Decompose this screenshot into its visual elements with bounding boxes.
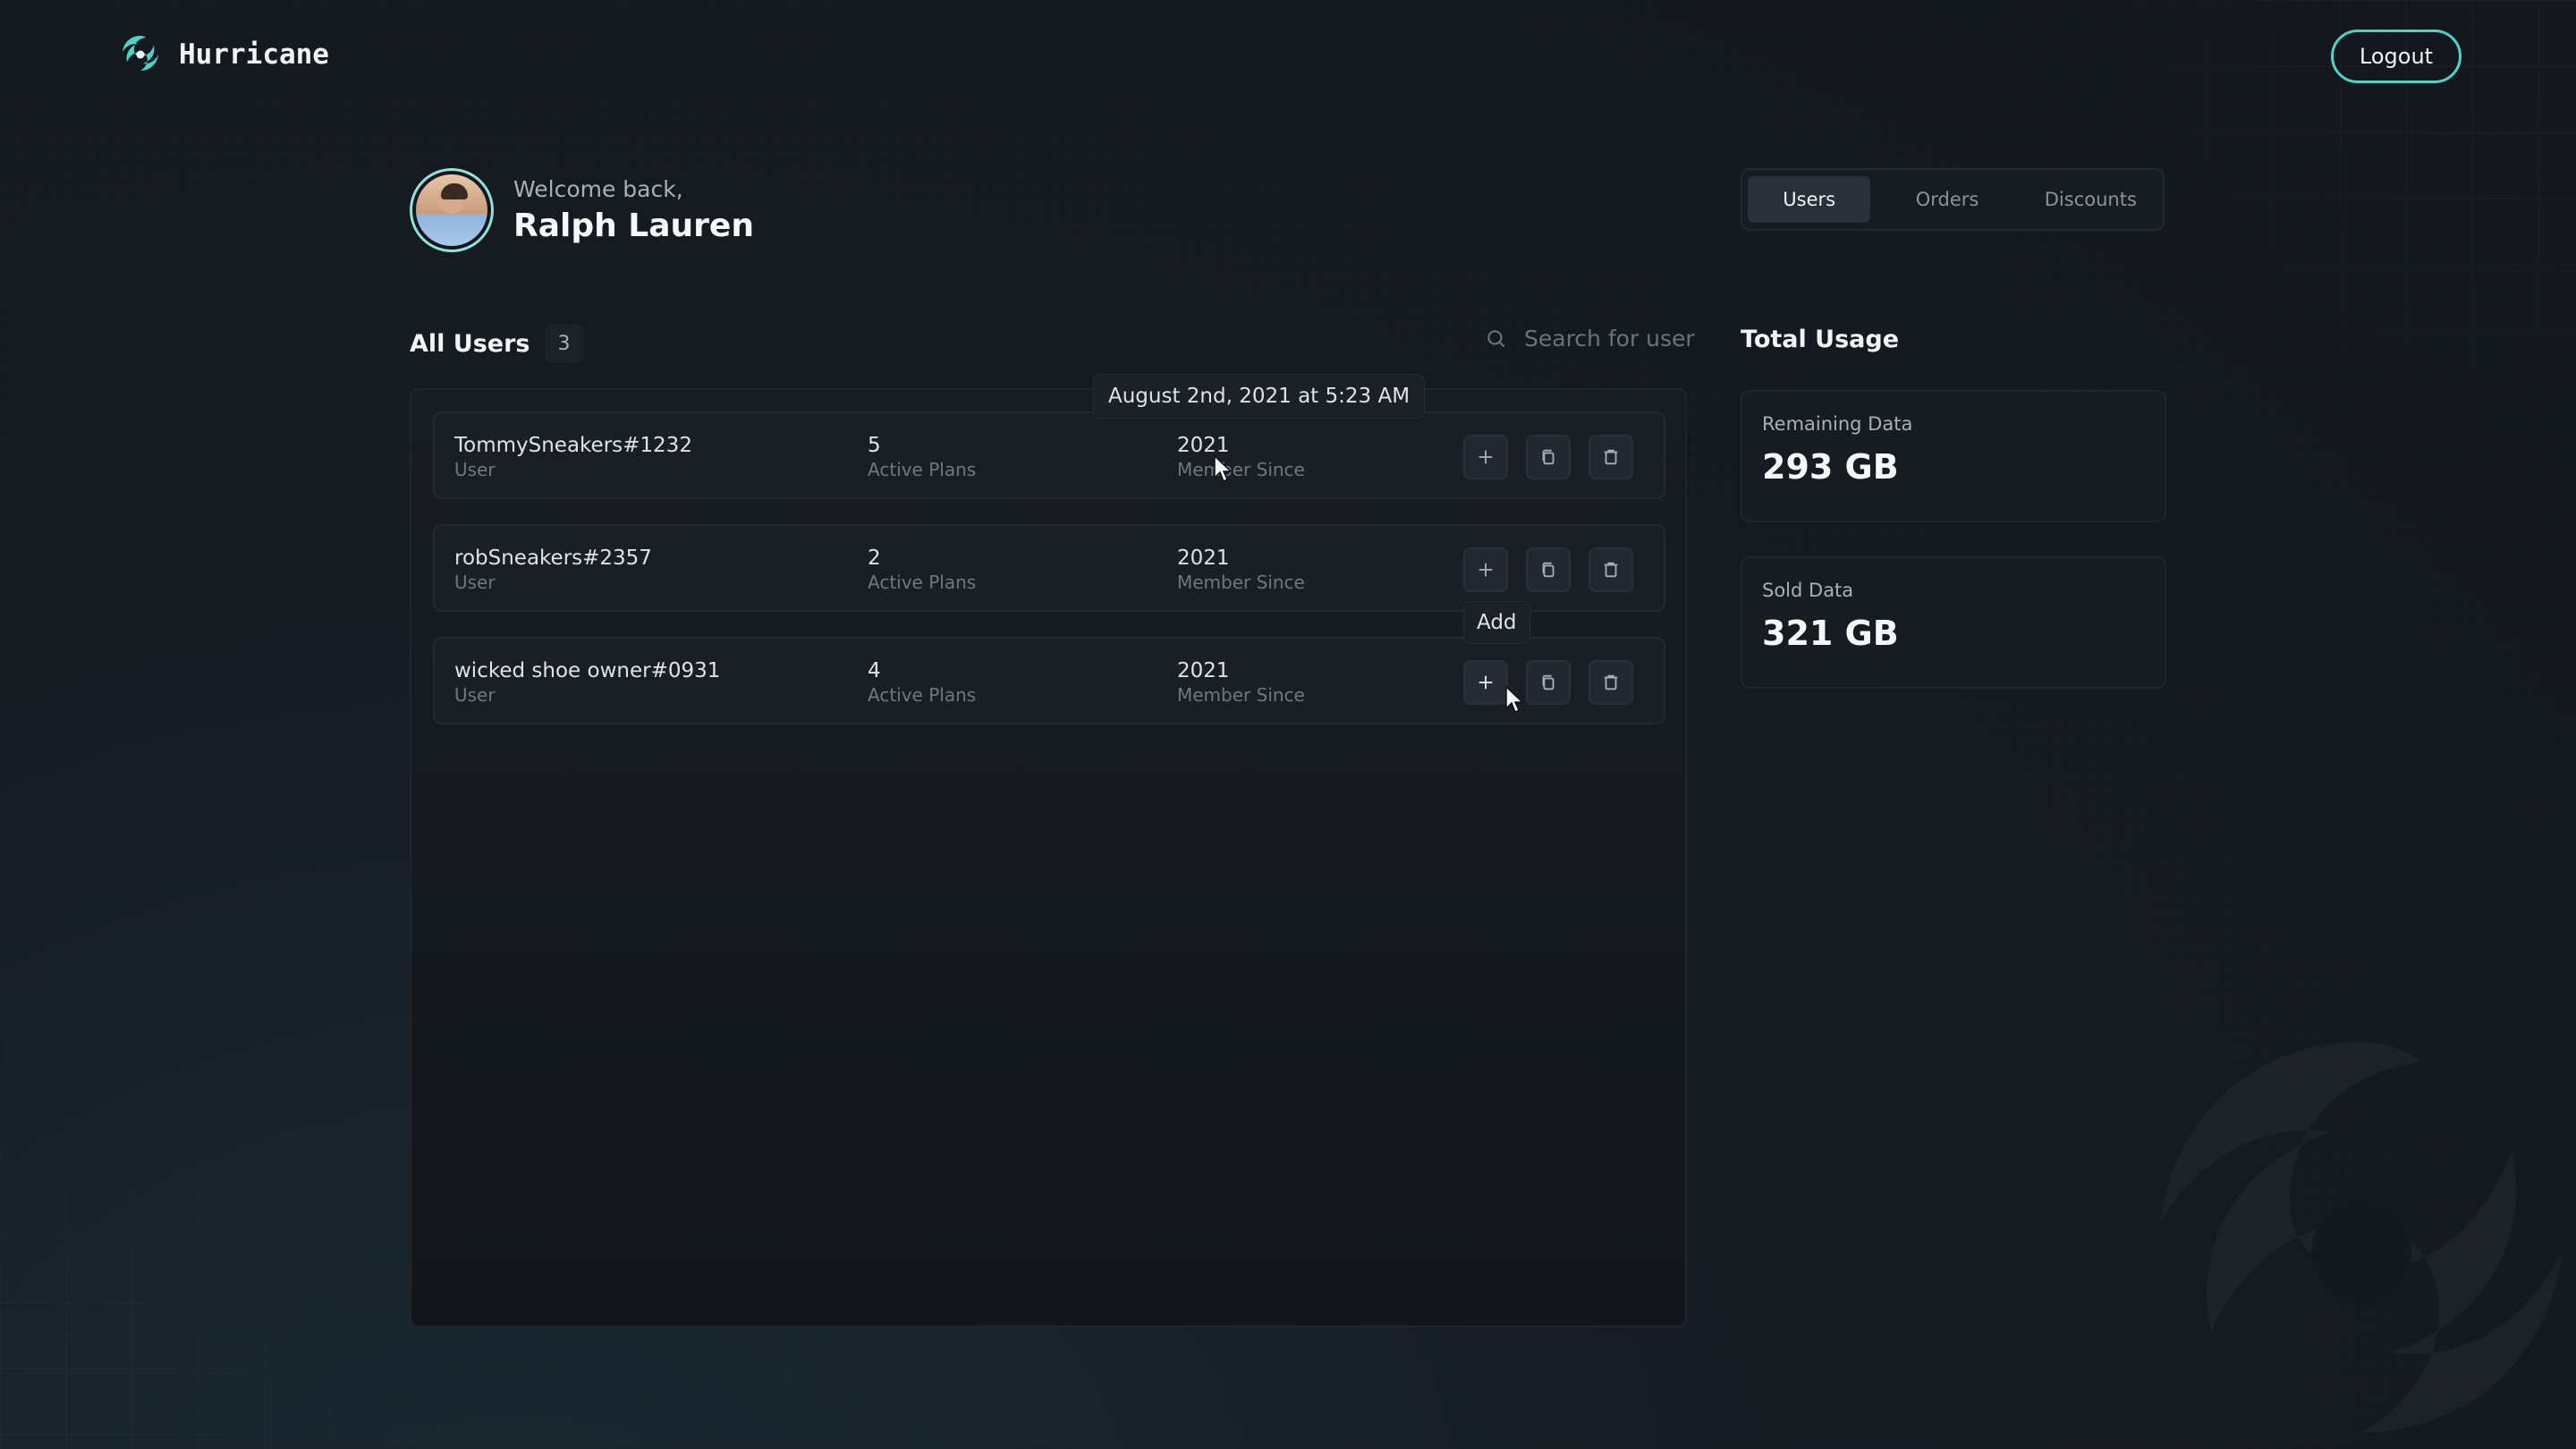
tab-discounts[interactable]: Discounts (2024, 176, 2157, 223)
copy-button[interactable] (1526, 660, 1571, 705)
plus-icon (1479, 675, 1493, 690)
user-role-cell: User (454, 572, 496, 593)
active-plans-label: Active Plans (868, 459, 977, 480)
remaining-data-value: 293 GB (1762, 447, 1899, 487)
user-role-cell: User (454, 684, 496, 706)
mouse-cursor-icon (1214, 454, 1233, 483)
mouse-cursor-icon (1505, 685, 1524, 714)
sold-data-card: Sold Data 321 GB (1741, 556, 2166, 689)
trash-icon (1604, 449, 1618, 465)
search-bar (1485, 326, 1730, 352)
delete-button[interactable] (1589, 547, 1633, 592)
user-name-cell: robSneakers#2357 (454, 547, 652, 570)
member-since-tooltip: August 2nd, 2021 at 5:23 AM (1093, 374, 1426, 419)
member-since-value[interactable]: 2021 (1177, 433, 1305, 458)
active-plans-value: 2 (868, 547, 881, 570)
plus-icon (1479, 450, 1493, 464)
table-row[interactable]: wicked shoe owner#0931 User 4 Active Plans… (433, 637, 1665, 724)
add-button[interactable] (1463, 660, 1508, 705)
active-plans-label: Active Plans (868, 572, 977, 593)
search-input[interactable] (1524, 326, 1730, 352)
tab-orders[interactable]: Orders (1876, 176, 2018, 223)
add-button[interactable] (1463, 435, 1508, 479)
sold-data-label: Sold Data (1762, 580, 1854, 601)
search-icon (1487, 329, 1505, 347)
member-since-value[interactable]: 2021 (1177, 658, 1305, 683)
copy-button[interactable] (1526, 435, 1571, 479)
all-users-header: All Users 3 (410, 324, 584, 363)
active-plans-value: 5 (868, 434, 881, 457)
hurricane-logo-icon (123, 36, 158, 71)
section-title: All Users (410, 329, 530, 358)
copy-icon (1542, 449, 1555, 465)
add-tooltip: Add (1463, 601, 1530, 644)
logout-button[interactable]: Logout (2331, 30, 2462, 83)
brand[interactable]: Hurricane (118, 32, 329, 77)
table-row[interactable]: TommySneakers#1232 User 5 Active Plans 202… (433, 411, 1665, 499)
member-since-label: Member Since (1177, 459, 1305, 480)
active-plans-value: 4 (868, 659, 881, 682)
copy-icon (1542, 562, 1555, 578)
copy-icon (1542, 674, 1555, 691)
background-hurricane-icon (2161, 1041, 2562, 1433)
plus-icon (1479, 563, 1493, 577)
user-name: Ralph Lauren (513, 208, 754, 244)
user-role-cell: User (454, 459, 496, 480)
user-name-cell: TommySneakers#1232 (454, 434, 692, 457)
sold-data-value: 321 GB (1762, 614, 1899, 653)
user-count-badge: 3 (544, 324, 584, 363)
member-since-label: Member Since (1177, 684, 1305, 706)
tab-users[interactable]: Users (1748, 176, 1871, 223)
member-since-value[interactable]: 2021 (1177, 546, 1305, 571)
active-plans-label: Active Plans (868, 684, 977, 706)
users-list-panel: TommySneakers#1232 User 5 Active Plans 202… (410, 388, 1687, 1327)
add-button[interactable] (1463, 547, 1508, 592)
delete-button[interactable] (1589, 660, 1633, 705)
delete-button[interactable] (1589, 435, 1633, 479)
remaining-data-label: Remaining Data (1762, 413, 1913, 435)
copy-button[interactable] (1526, 547, 1571, 592)
brand-name: Hurricane (179, 38, 329, 71)
welcome-greeting: Welcome back, (513, 176, 683, 202)
total-usage-title: Total Usage (1741, 326, 1900, 353)
table-row[interactable]: robSneakers#2357 User 2 Active Plans 2021 M… (433, 524, 1665, 612)
remaining-data-card: Remaining Data 293 GB (1741, 390, 2166, 522)
user-name-cell: wicked shoe owner#0931 (454, 659, 721, 682)
trash-icon (1604, 674, 1618, 691)
avatar[interactable] (410, 168, 494, 252)
trash-icon (1604, 562, 1618, 578)
member-since-label: Member Since (1177, 572, 1305, 593)
tab-bar: Users Orders Discounts (1741, 168, 2165, 231)
welcome-block: Welcome back, Ralph Lauren (410, 168, 754, 252)
